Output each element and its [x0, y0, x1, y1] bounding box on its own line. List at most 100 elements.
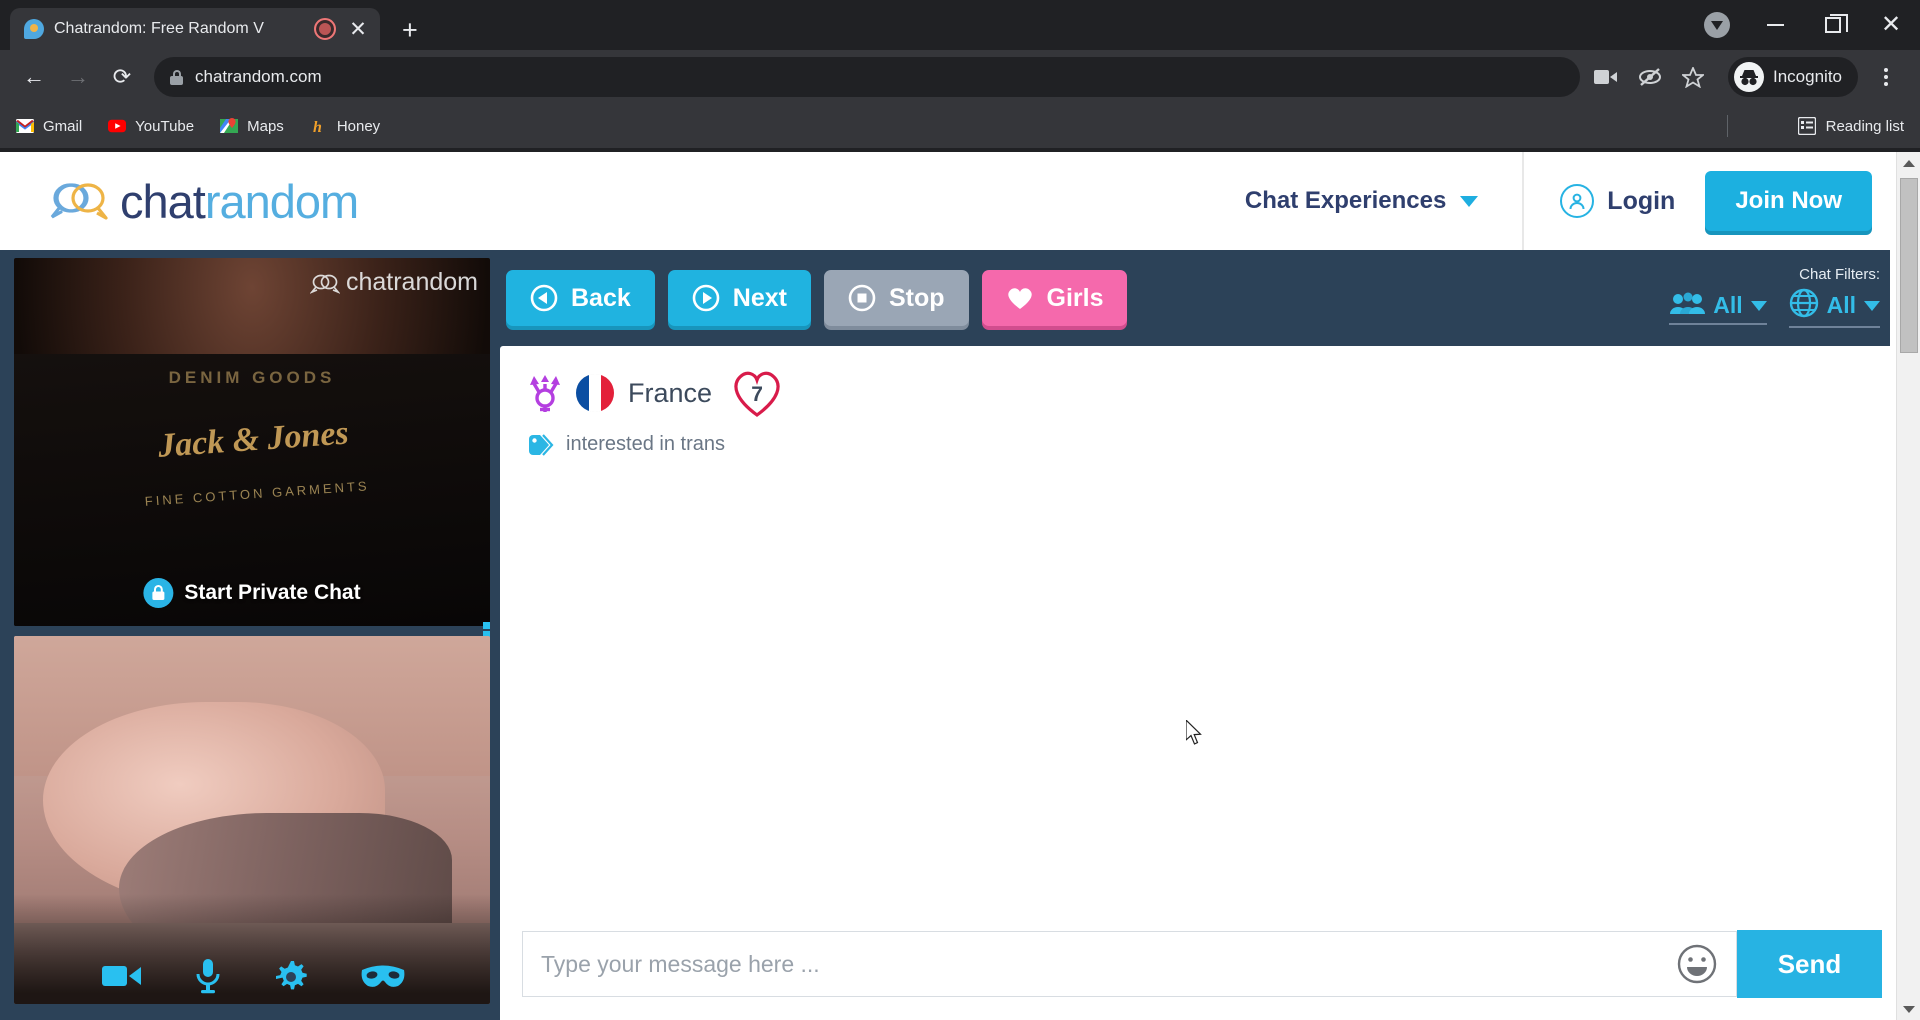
location-filter[interactable]: All — [1789, 288, 1880, 328]
microphone-icon[interactable] — [194, 958, 222, 994]
logo-text-second: random — [205, 175, 358, 228]
shirt-top-text: DENIM GOODS — [100, 368, 405, 388]
reading-list-button[interactable]: Reading list — [1798, 117, 1904, 135]
back-circle-icon — [530, 284, 558, 312]
browser-window: Chatrandom: Free Random V ✕ + ✕ ← → ⟳ ch… — [0, 0, 1920, 1020]
forward-button[interactable]: → — [58, 57, 98, 97]
join-now-button[interactable]: Join Now — [1705, 171, 1872, 231]
bookmark-label: YouTube — [135, 118, 194, 135]
globe-icon — [1789, 288, 1819, 323]
scrollbar-thumb[interactable] — [1900, 178, 1918, 353]
video-column: DENIM GOODS Jack & Jones FINE COTTON GAR… — [0, 250, 500, 1020]
bookmarks-divider — [1727, 115, 1728, 137]
site-logo[interactable]: chatrandom — [48, 174, 358, 229]
chat-experiences-menu[interactable]: Chat Experiences — [1245, 187, 1478, 215]
stop-chat-label: Stop — [889, 284, 945, 313]
message-input[interactable] — [541, 951, 1676, 978]
camera-icon[interactable] — [102, 962, 142, 990]
message-input-wrapper[interactable] — [522, 931, 1737, 997]
address-bar[interactable]: chatrandom.com — [154, 57, 1580, 97]
chat-messages-area: France 7 interested in trans — [500, 346, 1898, 916]
login-button[interactable]: Login — [1560, 184, 1675, 218]
maximize-button[interactable] — [1804, 0, 1862, 50]
chat-filters: Chat Filters: All — [1669, 266, 1880, 328]
window-controls: ✕ — [1688, 0, 1920, 50]
url-text: chatrandom.com — [195, 67, 322, 87]
watermark-bubbles-icon — [310, 272, 340, 293]
page-content: chatrandom Chat Experiences Login Join N… — [0, 152, 1920, 1020]
bookmark-gmail[interactable]: Gmail — [16, 117, 82, 135]
reading-list-icon — [1798, 117, 1816, 135]
bookmark-maps[interactable]: Maps — [220, 117, 284, 135]
maps-icon — [220, 117, 238, 135]
profile-label: Incognito — [1773, 67, 1842, 87]
header-divider — [1522, 152, 1524, 250]
chat-filters-label: Chat Filters: — [1669, 266, 1880, 283]
girls-filter-label: Girls — [1047, 284, 1104, 313]
download-icon[interactable] — [1688, 0, 1746, 50]
stop-chat-button[interactable]: Stop — [824, 270, 969, 326]
gender-filter-value: All — [1713, 292, 1742, 319]
svg-text:h: h — [313, 119, 322, 135]
gear-icon[interactable] — [274, 959, 308, 993]
smiley-icon[interactable] — [1676, 943, 1718, 985]
reload-button[interactable]: ⟳ — [102, 57, 142, 97]
bookmark-youtube[interactable]: YouTube — [108, 117, 194, 135]
partner-tag-label: interested in trans — [566, 433, 725, 456]
tab-title: Chatrandom: Free Random V — [54, 20, 304, 38]
page-scrollbar[interactable] — [1896, 152, 1920, 1020]
video-watermark: chatrandom — [310, 268, 478, 297]
back-button[interactable]: ← — [14, 57, 54, 97]
gmail-icon — [16, 117, 34, 135]
tab-close-button[interactable]: ✕ — [346, 19, 370, 40]
mask-icon[interactable] — [360, 963, 406, 989]
chat-bubble-icon — [24, 19, 44, 39]
bookmark-label: Maps — [247, 118, 284, 135]
video-camera-icon[interactable] — [1594, 68, 1618, 86]
login-label: Login — [1607, 187, 1675, 216]
people-icon — [1669, 291, 1705, 320]
next-chat-label: Next — [733, 284, 787, 313]
start-private-chat-button[interactable]: Start Private Chat — [143, 578, 360, 608]
chevron-down-icon — [1751, 301, 1767, 311]
heart-icon — [1006, 284, 1034, 312]
back-chat-button[interactable]: Back — [506, 270, 655, 326]
lock-icon — [170, 70, 183, 85]
record-icon — [314, 18, 336, 40]
bookmark-label: Honey — [337, 118, 380, 135]
partner-info-row: France 7 — [528, 368, 1898, 418]
send-button[interactable]: Send — [1737, 930, 1882, 998]
speech-bubbles-icon — [48, 179, 110, 223]
honey-icon: h — [310, 117, 328, 135]
remote-video[interactable]: DENIM GOODS Jack & Jones FINE COTTON GAR… — [14, 258, 490, 626]
chevron-down-icon — [1864, 301, 1880, 311]
profile-incognito-chip[interactable]: Incognito — [1728, 57, 1858, 97]
new-tab-button[interactable]: + — [402, 17, 418, 44]
eye-slash-icon[interactable] — [1638, 67, 1662, 87]
bookmark-honey[interactable]: h Honey — [310, 117, 380, 135]
partner-country: France — [628, 378, 712, 409]
bookmark-label: Gmail — [43, 118, 82, 135]
chat-column: Back Next Stop — [500, 250, 1920, 1020]
like-counter[interactable]: 7 — [730, 368, 784, 418]
local-video[interactable] — [14, 636, 490, 1004]
video-controls — [28, 948, 480, 1004]
private-chat-label: Start Private Chat — [184, 581, 360, 605]
header-right: Chat Experiences Login Join Now — [1245, 152, 1920, 250]
next-chat-button[interactable]: Next — [668, 270, 811, 326]
chevron-down-icon — [1460, 196, 1478, 207]
video-resize-divider[interactable] — [14, 626, 490, 636]
girls-filter-button[interactable]: Girls — [982, 270, 1128, 326]
browser-titlebar: Chatrandom: Free Random V ✕ + ✕ — [0, 0, 1920, 50]
minimize-button[interactable] — [1746, 0, 1804, 50]
browser-tab[interactable]: Chatrandom: Free Random V ✕ — [10, 8, 380, 50]
star-icon[interactable] — [1682, 67, 1704, 88]
scroll-down-button[interactable] — [1897, 998, 1920, 1020]
incognito-icon — [1734, 62, 1764, 92]
scroll-up-button[interactable] — [1897, 152, 1920, 174]
play-circle-icon — [692, 284, 720, 312]
like-count: 7 — [730, 368, 784, 418]
kebab-menu-icon[interactable] — [1866, 68, 1906, 86]
close-window-button[interactable]: ✕ — [1862, 0, 1920, 50]
gender-filter[interactable]: All — [1669, 291, 1766, 325]
